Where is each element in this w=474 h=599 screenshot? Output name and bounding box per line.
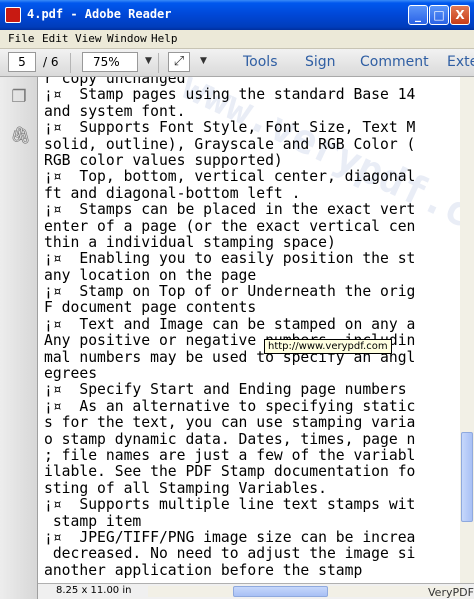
document-line: ¡¤ Supports Font Style, Font Size, Text … [44,119,416,137]
document-line: mal numbers may be used to specify an an… [44,348,416,366]
document-line: ¡¤ As an alternative to specifying stati… [44,397,416,415]
window-title: 4.pdf - Adobe Reader [27,7,172,21]
document-line: ¡¤ Stamp pages using the standard Base 1… [44,86,416,104]
document-line: ¡¤ Enabling you to easily position the s… [44,250,416,268]
status-bar: 8.25 x 11.00 in [38,583,474,599]
document-line: sting of all Stamping Variables. [44,479,327,497]
menu-bar: File Edit View Window Help [0,30,474,49]
document-line: solid, outline), Grayscale and RGB Color… [44,135,416,153]
document-line: any location on the page [44,266,257,284]
toolbar-divider [158,53,159,73]
document-line: ¡¤ Top, bottom, vertical center, diagona… [44,168,416,186]
document-line: ; file names are just a few of the varia… [44,446,416,464]
menu-help[interactable]: Help [151,32,178,45]
menu-file[interactable]: File [8,32,35,45]
maximize-button[interactable]: □ [429,5,449,25]
zoom-dropdown-icon[interactable]: ▼ [145,56,152,66]
horizontal-scrollbar[interactable] [148,586,463,597]
document-line: stamp item [44,512,142,530]
comment-button[interactable]: Comment [360,54,429,70]
document-line: RGB color values supported) [44,151,283,169]
minimize-button[interactable]: _ [408,5,428,25]
fit-page-button[interactable]: ⤢ [168,52,190,72]
document-line: ilable. See the PDF Stamp documentation … [44,463,416,481]
document-line: ¡¤ JPEG/TIFF/PNG image size can be incre… [44,528,416,546]
source-credit: VeryPDF [428,586,474,599]
document-text: r copy unchanged ¡¤ Stamp pages using the… [44,77,474,579]
menu-window[interactable]: Window [107,32,147,45]
document-line: another application before the stamp [44,561,363,579]
page-number-input[interactable]: 5 [8,52,36,72]
document-line: ¡¤ Text and Image can be stamped on any … [44,315,416,333]
menu-edit[interactable]: Edit [42,32,69,45]
page-total: / 6 [43,55,59,69]
pages-icon[interactable]: ❐ [10,87,28,107]
document-line: Any positive or negative numbers, includ… [44,332,416,350]
title-bar: 4.pdf - Adobe Reader _ □ X [0,0,474,30]
document-line: thin a individual stamping space) [44,233,336,251]
navigation-pane: ❐ 🖇 [0,77,38,599]
document-line: decreased. No need to adjust the image s… [44,545,416,563]
close-button[interactable]: X [450,5,470,25]
adobe-reader-icon [5,7,21,23]
vertical-scroll-thumb[interactable] [461,432,473,522]
tools-button[interactable]: Tools [243,54,278,70]
link-tooltip: http://www.verypdf.com [264,339,392,354]
extended-button[interactable]: Exte [447,54,474,70]
document-line: and system font. [44,102,186,120]
document-line: F document page contents [44,299,257,317]
document-line: egrees [44,365,98,383]
page-size: 8.25 x 11.00 in [56,585,132,596]
document-view[interactable]: www.verypdf.com r copy unchanged ¡¤ Stamp… [38,77,474,583]
document-line: ¡¤ Stamp on Top of or Underneath the ori… [44,283,416,301]
document-line: ¡¤ Supports multiple line text stamps wi… [44,496,416,514]
horizontal-scroll-thumb[interactable] [233,586,328,597]
document-line: s for the text, you can use stamping var… [44,414,416,432]
vertical-scrollbar[interactable] [460,77,474,583]
document-line: o stamp dynamic data. Dates, times, page… [44,430,416,448]
toolbar: 5 / 6 75% ▼ ⤢ ▼ Tools Sign Comment Exte [0,49,474,77]
fit-dropdown-icon[interactable]: ▼ [200,56,207,66]
document-line: enter of a page (or the exact vertical c… [44,217,416,235]
sign-button[interactable]: Sign [305,54,336,70]
menu-view[interactable]: View [75,32,102,45]
document-line: ¡¤ Specify Start and Ending page numbers [44,381,407,399]
document-line: ¡¤ Stamps can be placed in the exact ver… [44,201,416,219]
zoom-input[interactable]: 75% [82,52,138,72]
toolbar-divider [70,53,71,73]
paperclip-icon[interactable]: 🖇 [10,126,32,146]
document-line: ft and diagonal-bottom left . [44,184,301,202]
